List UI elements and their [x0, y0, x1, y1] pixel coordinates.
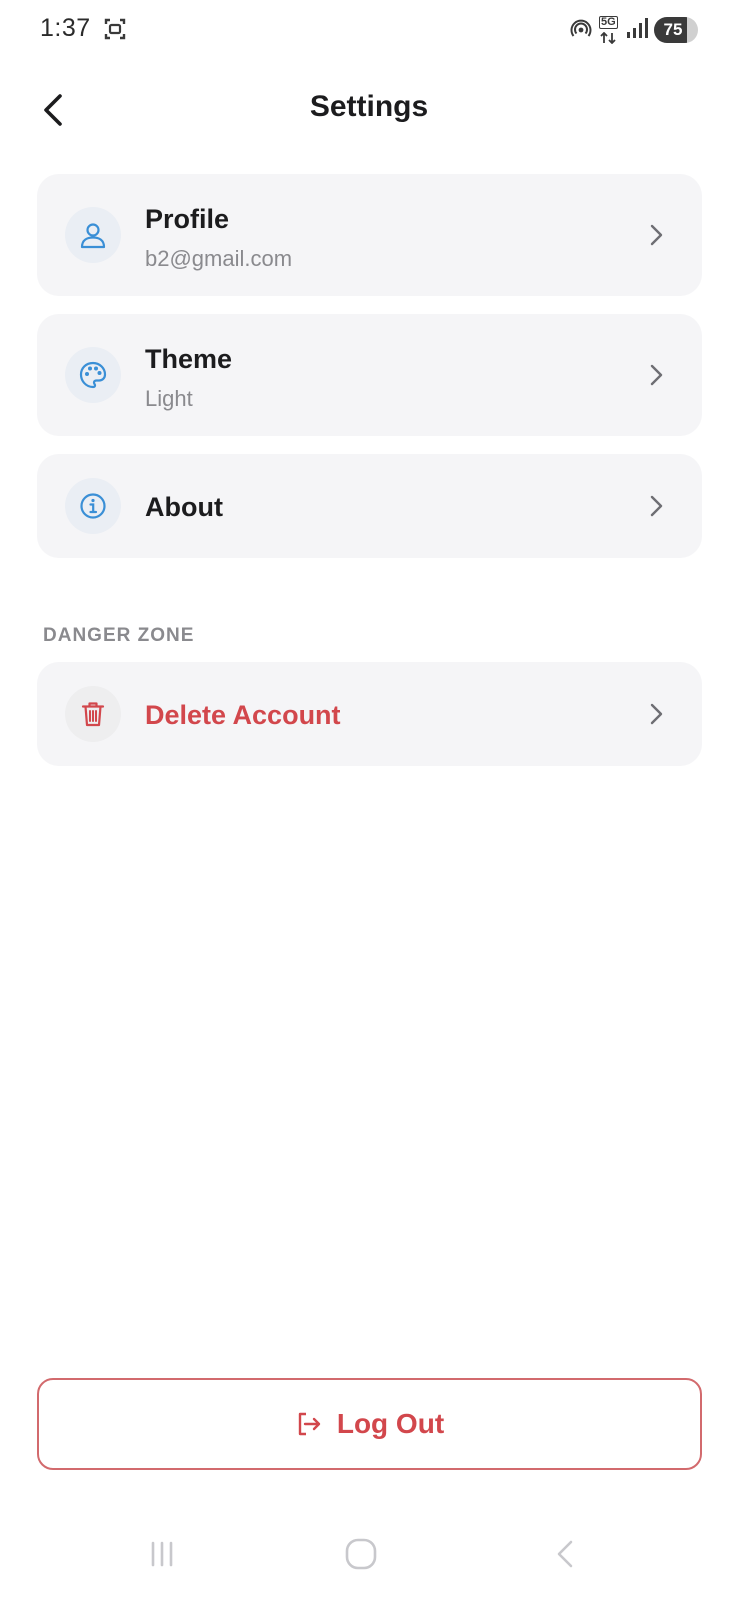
logout-button[interactable]: Log Out	[37, 1378, 702, 1470]
theme-value: Light	[145, 386, 193, 411]
about-icon-wrap	[65, 478, 121, 534]
palette-icon	[79, 361, 107, 389]
recent-apps-icon	[151, 1541, 173, 1567]
back-nav-icon	[557, 1540, 573, 1568]
theme-title: Theme	[145, 344, 233, 374]
status-time: 1:37	[40, 14, 91, 42]
delete-account-item[interactable]: Delete Account	[37, 662, 702, 766]
about-setting-item[interactable]: About	[37, 454, 702, 558]
signal-icon	[626, 17, 648, 44]
chevron-right-icon	[650, 703, 663, 725]
profile-title: Profile	[145, 204, 230, 234]
network-5g-icon: 5G	[598, 16, 620, 44]
danger-zone-label: DANGER ZONE	[43, 625, 195, 646]
recent-apps-button[interactable]	[140, 1532, 184, 1576]
chevron-right-icon	[650, 495, 663, 517]
delete-account-title: Delete Account	[145, 700, 341, 730]
logout-label: Log Out	[336, 1408, 445, 1439]
theme-setting-item[interactable]: Theme Light	[37, 314, 702, 436]
theme-icon-wrap	[65, 347, 121, 403]
battery-indicator: 75	[654, 17, 698, 43]
system-nav-bar	[0, 1520, 738, 1590]
trash-icon	[81, 702, 105, 727]
logout-icon	[298, 1412, 321, 1436]
user-icon	[80, 223, 106, 249]
home-icon	[345, 1538, 377, 1570]
screenshot-notification-icon	[102, 16, 128, 42]
about-title: About	[145, 492, 223, 522]
network-label: 5G	[599, 16, 618, 29]
chevron-right-icon	[650, 364, 663, 386]
home-button[interactable]	[339, 1532, 383, 1576]
profile-email: b2@gmail.com	[145, 246, 293, 271]
info-icon	[80, 493, 106, 519]
back-nav-button[interactable]	[544, 1532, 588, 1576]
hotspot-icon	[570, 17, 592, 44]
page-title: Settings	[309, 90, 429, 123]
battery-level: 75	[663, 20, 683, 39]
profile-setting-item[interactable]: Profile b2@gmail.com	[37, 174, 702, 296]
header: Settings	[0, 70, 738, 150]
delete-icon-wrap	[65, 686, 121, 742]
status-bar: 1:37 5G 75	[0, 0, 738, 62]
profile-icon-wrap	[65, 207, 121, 263]
chevron-right-icon	[650, 224, 663, 246]
status-indicators: 5G 75	[570, 14, 698, 46]
